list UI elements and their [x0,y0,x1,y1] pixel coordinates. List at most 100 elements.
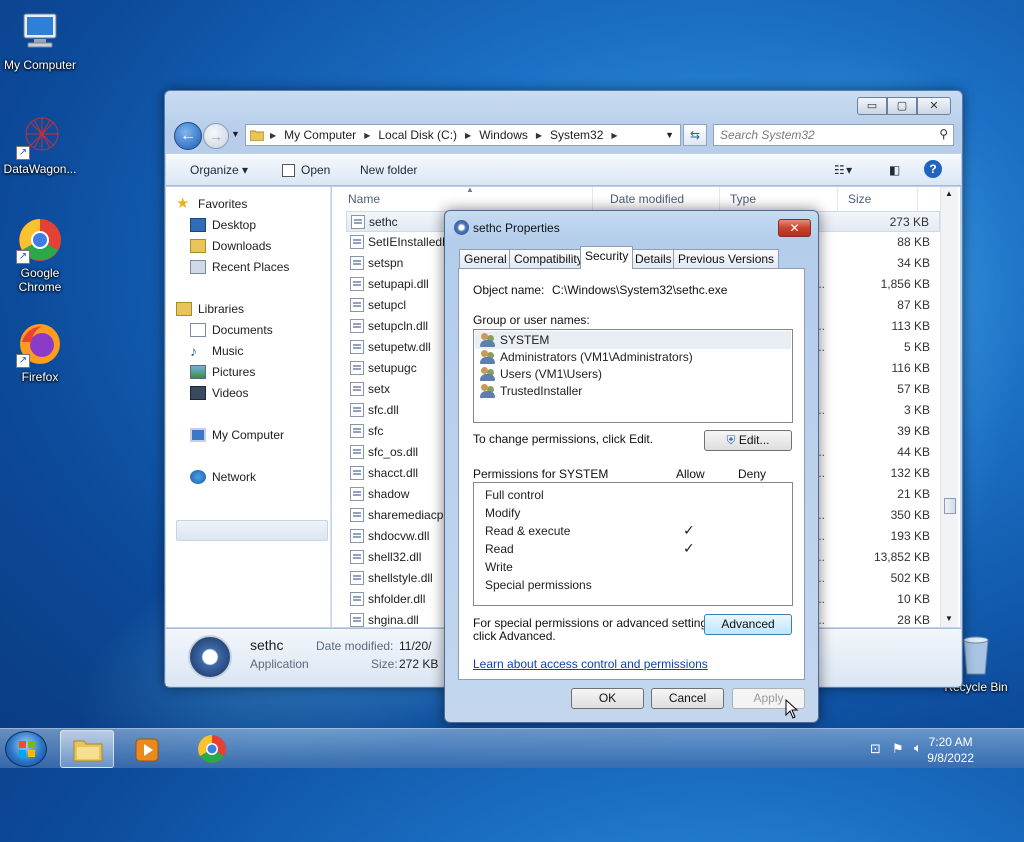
address-bar[interactable]: ▶ My Computer ▶ Local Disk (C:) ▶ Window… [245,124,681,146]
file-icon [350,550,364,564]
minimize-button[interactable]: ▭ [857,97,887,115]
desktop-icon-label: Firefox [21,370,59,384]
chevron-right-icon: ▶ [465,130,472,140]
forward-button[interactable]: → [203,123,229,149]
search-icon[interactable]: ⚲ [939,127,948,141]
column-type[interactable]: Type [720,187,838,211]
desktop-icon-firefox[interactable]: ↗ Firefox [0,320,80,384]
network-status-icon[interactable]: ⊡ [870,741,881,757]
edit-button[interactable]: ⛨ Edit... [704,430,792,451]
cancel-button[interactable]: Cancel [651,688,724,709]
details-file-name: sethc [250,637,284,653]
help-icon[interactable]: ? [924,160,942,178]
nav-label: Videos [212,386,249,400]
column-date-modified[interactable]: Date modified [600,187,720,211]
network-icon [190,470,206,484]
clock[interactable]: 7:20 AM 9/8/2022 [927,734,974,766]
desktop-icon-datawagon[interactable]: ↗ DataWagon... [0,112,80,176]
taskbar-chrome-button[interactable] [185,730,239,768]
file-size: 57 KB [897,382,930,396]
file-name-cell: sethc [351,215,398,229]
breadcrumb-system32[interactable]: System32 [544,128,609,142]
scroll-down-icon[interactable]: ▼ [945,614,953,623]
nav-label: My Computer [212,428,285,442]
nav-label: Network [212,470,257,484]
nav-music[interactable]: ♪ Music [190,344,243,358]
breadcrumb-windows[interactable]: Windows [473,128,534,142]
nav-desktop[interactable]: Desktop [190,218,256,232]
nav-my-computer[interactable]: My Computer [190,428,284,442]
back-button[interactable]: ← [174,122,202,150]
close-button[interactable]: ✕ [917,97,951,115]
file-icon [350,508,364,522]
ok-button[interactable]: OK [571,688,644,709]
advanced-button[interactable]: Advanced [704,614,792,635]
search-box[interactable]: Search System32 ⚲ [713,124,954,146]
desktop-icon-my-computer[interactable]: My Computer [0,8,80,72]
nav-pictures[interactable]: Pictures [190,365,255,379]
folder-icon [73,740,103,762]
list-item[interactable]: SYSTEM [480,331,549,348]
file-size: 87 KB [897,298,930,312]
nav-favorites[interactable]: ★ Favorites [176,196,247,211]
nav-label: Documents [212,323,273,337]
list-item[interactable]: TrustedInstaller [480,382,582,399]
refresh-button[interactable]: ⇆ [683,124,707,146]
user-list[interactable]: SYSTEM Administrators (VM1\Administrator… [473,329,793,423]
file-size: 44 KB [897,445,930,459]
list-item[interactable]: Users (VM1\Users) [480,365,602,382]
file-icon [350,466,364,480]
nav-recent-places[interactable]: Recent Places [190,260,289,274]
dialog-close-button[interactable]: ✕ [778,219,811,237]
desktop-icon-chrome[interactable]: ↗ Google Chrome [0,216,80,294]
tab-details[interactable]: Details [630,249,677,268]
nav-network[interactable]: Network [190,470,256,484]
preview-pane-icon[interactable]: ◧ [889,163,900,177]
file-size: 34 KB [897,256,930,270]
file-name-cell: setupapi.dll [350,277,429,291]
open-button[interactable]: Open [282,163,330,177]
file-name-cell: setupcl [350,298,406,312]
start-button[interactable] [5,731,47,767]
tab-previous-versions[interactable]: Previous Versions [673,249,780,268]
scroll-up-icon[interactable]: ▲ [945,189,953,198]
file-icon [350,256,364,270]
taskbar-explorer-button[interactable] [60,730,114,768]
address-dropdown-icon[interactable]: ▼ [665,130,674,140]
nav-videos[interactable]: Videos [190,386,248,400]
file-name: sfc.dll [368,403,399,417]
tab-general[interactable]: General [459,249,512,268]
properties-dialog: sethc Properties ✕ General Compatibility… [444,210,819,723]
chrome-icon [198,735,226,763]
nav-downloads[interactable]: Downloads [190,239,271,253]
nav-documents[interactable]: Documents [190,323,273,337]
permissions-list[interactable]: Full control Modify Read & execute ✓ Rea… [473,482,793,606]
taskbar-media-player-button[interactable] [121,730,175,768]
edit-button-label: Edit... [738,433,770,447]
details-size-label: Size: [371,657,398,671]
history-dropdown-icon[interactable]: ▼ [231,129,240,139]
learn-more-link[interactable]: Learn about access control and permissio… [473,657,708,671]
organize-button[interactable]: Organize ▾ [190,163,248,177]
tab-security[interactable]: Security [580,246,634,269]
file-name: sfc_os.dll [368,445,419,459]
view-options-icon[interactable]: ☷ ▾ [834,163,852,177]
file-icon [350,340,364,354]
nav-libraries[interactable]: Libraries [176,302,244,316]
column-size[interactable]: Size [838,187,918,211]
volume-icon[interactable]: 🔈︎ [914,740,922,756]
file-size: 116 KB [891,361,930,375]
breadcrumb-local-disk[interactable]: Local Disk (C:) [372,128,463,142]
system-tray: ⊡ ⚑ 🔈︎ 7:20 AM 9/8/2022 [854,729,1024,769]
vertical-scrollbar[interactable]: ▲ ▼ [940,187,958,627]
scrollbar-thumb[interactable] [944,498,956,514]
file-icon [350,487,364,501]
maximize-button[interactable]: ▢ [887,97,917,115]
list-item[interactable]: Administrators (VM1\Administrators) [480,348,693,365]
advanced-text: click Advanced. [473,629,556,643]
new-folder-button[interactable]: New folder [360,163,417,177]
breadcrumb-my-computer[interactable]: My Computer [278,128,362,142]
action-center-icon[interactable]: ⚑ [892,741,904,757]
file-name: SetIEInstalledD [368,235,451,249]
tab-compatibility[interactable]: Compatibility [509,249,588,268]
